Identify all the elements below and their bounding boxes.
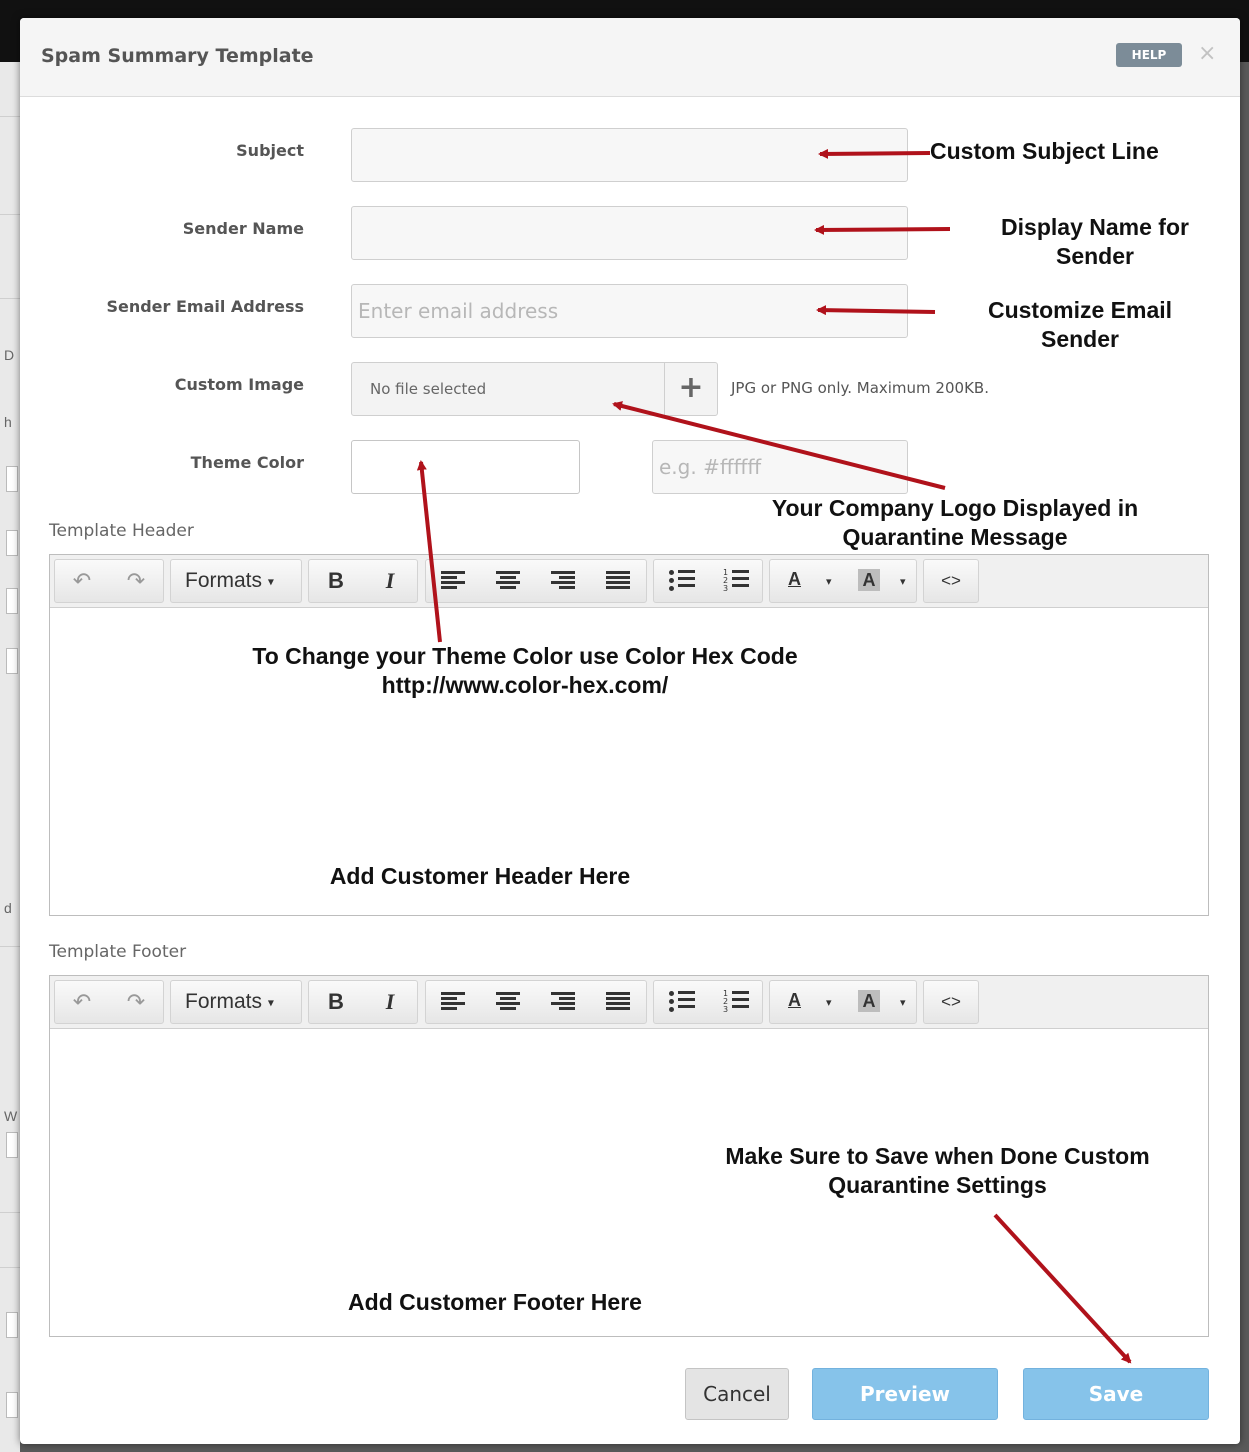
background-page-edge: D h d W <box>0 62 20 1452</box>
sender-email-input[interactable] <box>351 284 908 338</box>
redo-icon[interactable]: ↷ <box>109 560 163 602</box>
annotation-sender-name: Display Name for Sender <box>1001 214 1189 269</box>
preview-button[interactable]: Preview <box>812 1368 998 1420</box>
footer-editor-toolbar: ↶ ↷ Formats ▾ B I 123 A ▾ A ▾ <> <box>50 976 1208 1029</box>
formats-label: Formats ▾ <box>185 990 274 1013</box>
subject-input[interactable] <box>351 128 908 182</box>
dialog-header: Spam Summary Template HELP × <box>20 18 1240 97</box>
subject-label: Subject <box>236 141 304 160</box>
image-hint-text: JPG or PNG only. Maximum 200KB. <box>731 379 989 397</box>
cancel-button[interactable]: Cancel <box>685 1368 789 1420</box>
save-button[interactable]: Save <box>1023 1368 1209 1420</box>
list-group: 123 <box>653 980 763 1024</box>
bullet-list-icon[interactable] <box>654 560 708 602</box>
background-color-icon[interactable]: A ▾ <box>844 981 918 1023</box>
numbered-list-icon[interactable]: 123 <box>708 560 762 602</box>
bullet-list-icon[interactable] <box>654 981 708 1023</box>
undo-icon[interactable]: ↶ <box>55 981 109 1023</box>
sender-name-label: Sender Name <box>182 219 304 238</box>
formats-dropdown[interactable]: Formats ▾ <box>170 559 302 603</box>
list-group: 123 <box>653 559 763 603</box>
theme-color-hex-input[interactable] <box>652 440 908 494</box>
header-editor-toolbar: ↶ ↷ Formats ▾ B I 123 A ▾ A ▾ <> <box>50 555 1208 608</box>
template-header-label: Template Header <box>49 521 194 541</box>
redo-icon[interactable]: ↷ <box>109 981 163 1023</box>
sender-email-label: Sender Email Address <box>106 297 304 316</box>
source-code-icon[interactable]: <> <box>924 560 978 602</box>
plus-icon[interactable]: + <box>664 362 718 416</box>
alignment-group <box>425 559 647 603</box>
italic-icon[interactable]: I <box>363 981 417 1023</box>
custom-image-label: Custom Image <box>174 375 304 394</box>
annotation-footer: Add Customer Footer Here <box>348 1289 642 1315</box>
close-icon[interactable]: × <box>1198 42 1216 66</box>
source-group: <> <box>923 980 979 1024</box>
annotation-theme-color: To Change your Theme Color use Color Hex… <box>252 643 798 698</box>
italic-icon[interactable]: I <box>363 560 417 602</box>
annotation-header: Add Customer Header Here <box>329 863 631 889</box>
source-code-icon[interactable]: <> <box>924 981 978 1023</box>
dialog-title: Spam Summary Template <box>41 45 314 67</box>
color-group: A ▾ A ▾ <box>769 980 917 1024</box>
template-footer-label: Template Footer <box>49 942 187 962</box>
theme-color-swatch[interactable] <box>351 440 580 494</box>
align-right-icon[interactable] <box>536 560 590 602</box>
align-left-icon[interactable] <box>426 560 480 602</box>
bold-icon[interactable]: B <box>309 981 363 1023</box>
theme-color-label: Theme Color <box>190 453 304 472</box>
text-color-icon[interactable]: A ▾ <box>770 981 844 1023</box>
annotation-logo: Your Company Logo Displayed in Quarantin… <box>771 495 1139 550</box>
sender-name-input[interactable] <box>351 206 908 260</box>
custom-image-file-field[interactable]: No file selected <box>351 362 665 416</box>
numbered-list-icon[interactable]: 123 <box>708 981 762 1023</box>
history-group: ↶ ↷ <box>54 559 164 603</box>
annotation-save-reminder: Make Sure to Save when Done Custom Quara… <box>725 1143 1150 1198</box>
align-right-icon[interactable] <box>536 981 590 1023</box>
source-group: <> <box>923 559 979 603</box>
align-justify-icon[interactable] <box>591 981 645 1023</box>
annotation-subject: Custom Subject Line <box>930 138 1159 164</box>
align-center-icon[interactable] <box>481 560 535 602</box>
history-group: ↶ ↷ <box>54 980 164 1024</box>
align-left-icon[interactable] <box>426 981 480 1023</box>
bold-icon[interactable]: B <box>309 560 363 602</box>
formats-label: Formats ▾ <box>185 569 274 592</box>
style-group: B I <box>308 980 418 1024</box>
background-color-icon[interactable]: A ▾ <box>844 560 918 602</box>
color-group: A ▾ A ▾ <box>769 559 917 603</box>
formats-dropdown[interactable]: Formats ▾ <box>170 980 302 1024</box>
undo-icon[interactable]: ↶ <box>55 560 109 602</box>
file-status-text: No file selected <box>370 380 487 398</box>
alignment-group <box>425 980 647 1024</box>
help-button[interactable]: HELP <box>1116 43 1182 67</box>
annotation-sender-email: Customize Email Sender <box>987 297 1173 352</box>
text-color-icon[interactable]: A ▾ <box>770 560 844 602</box>
align-center-icon[interactable] <box>481 981 535 1023</box>
align-justify-icon[interactable] <box>591 560 645 602</box>
style-group: B I <box>308 559 418 603</box>
